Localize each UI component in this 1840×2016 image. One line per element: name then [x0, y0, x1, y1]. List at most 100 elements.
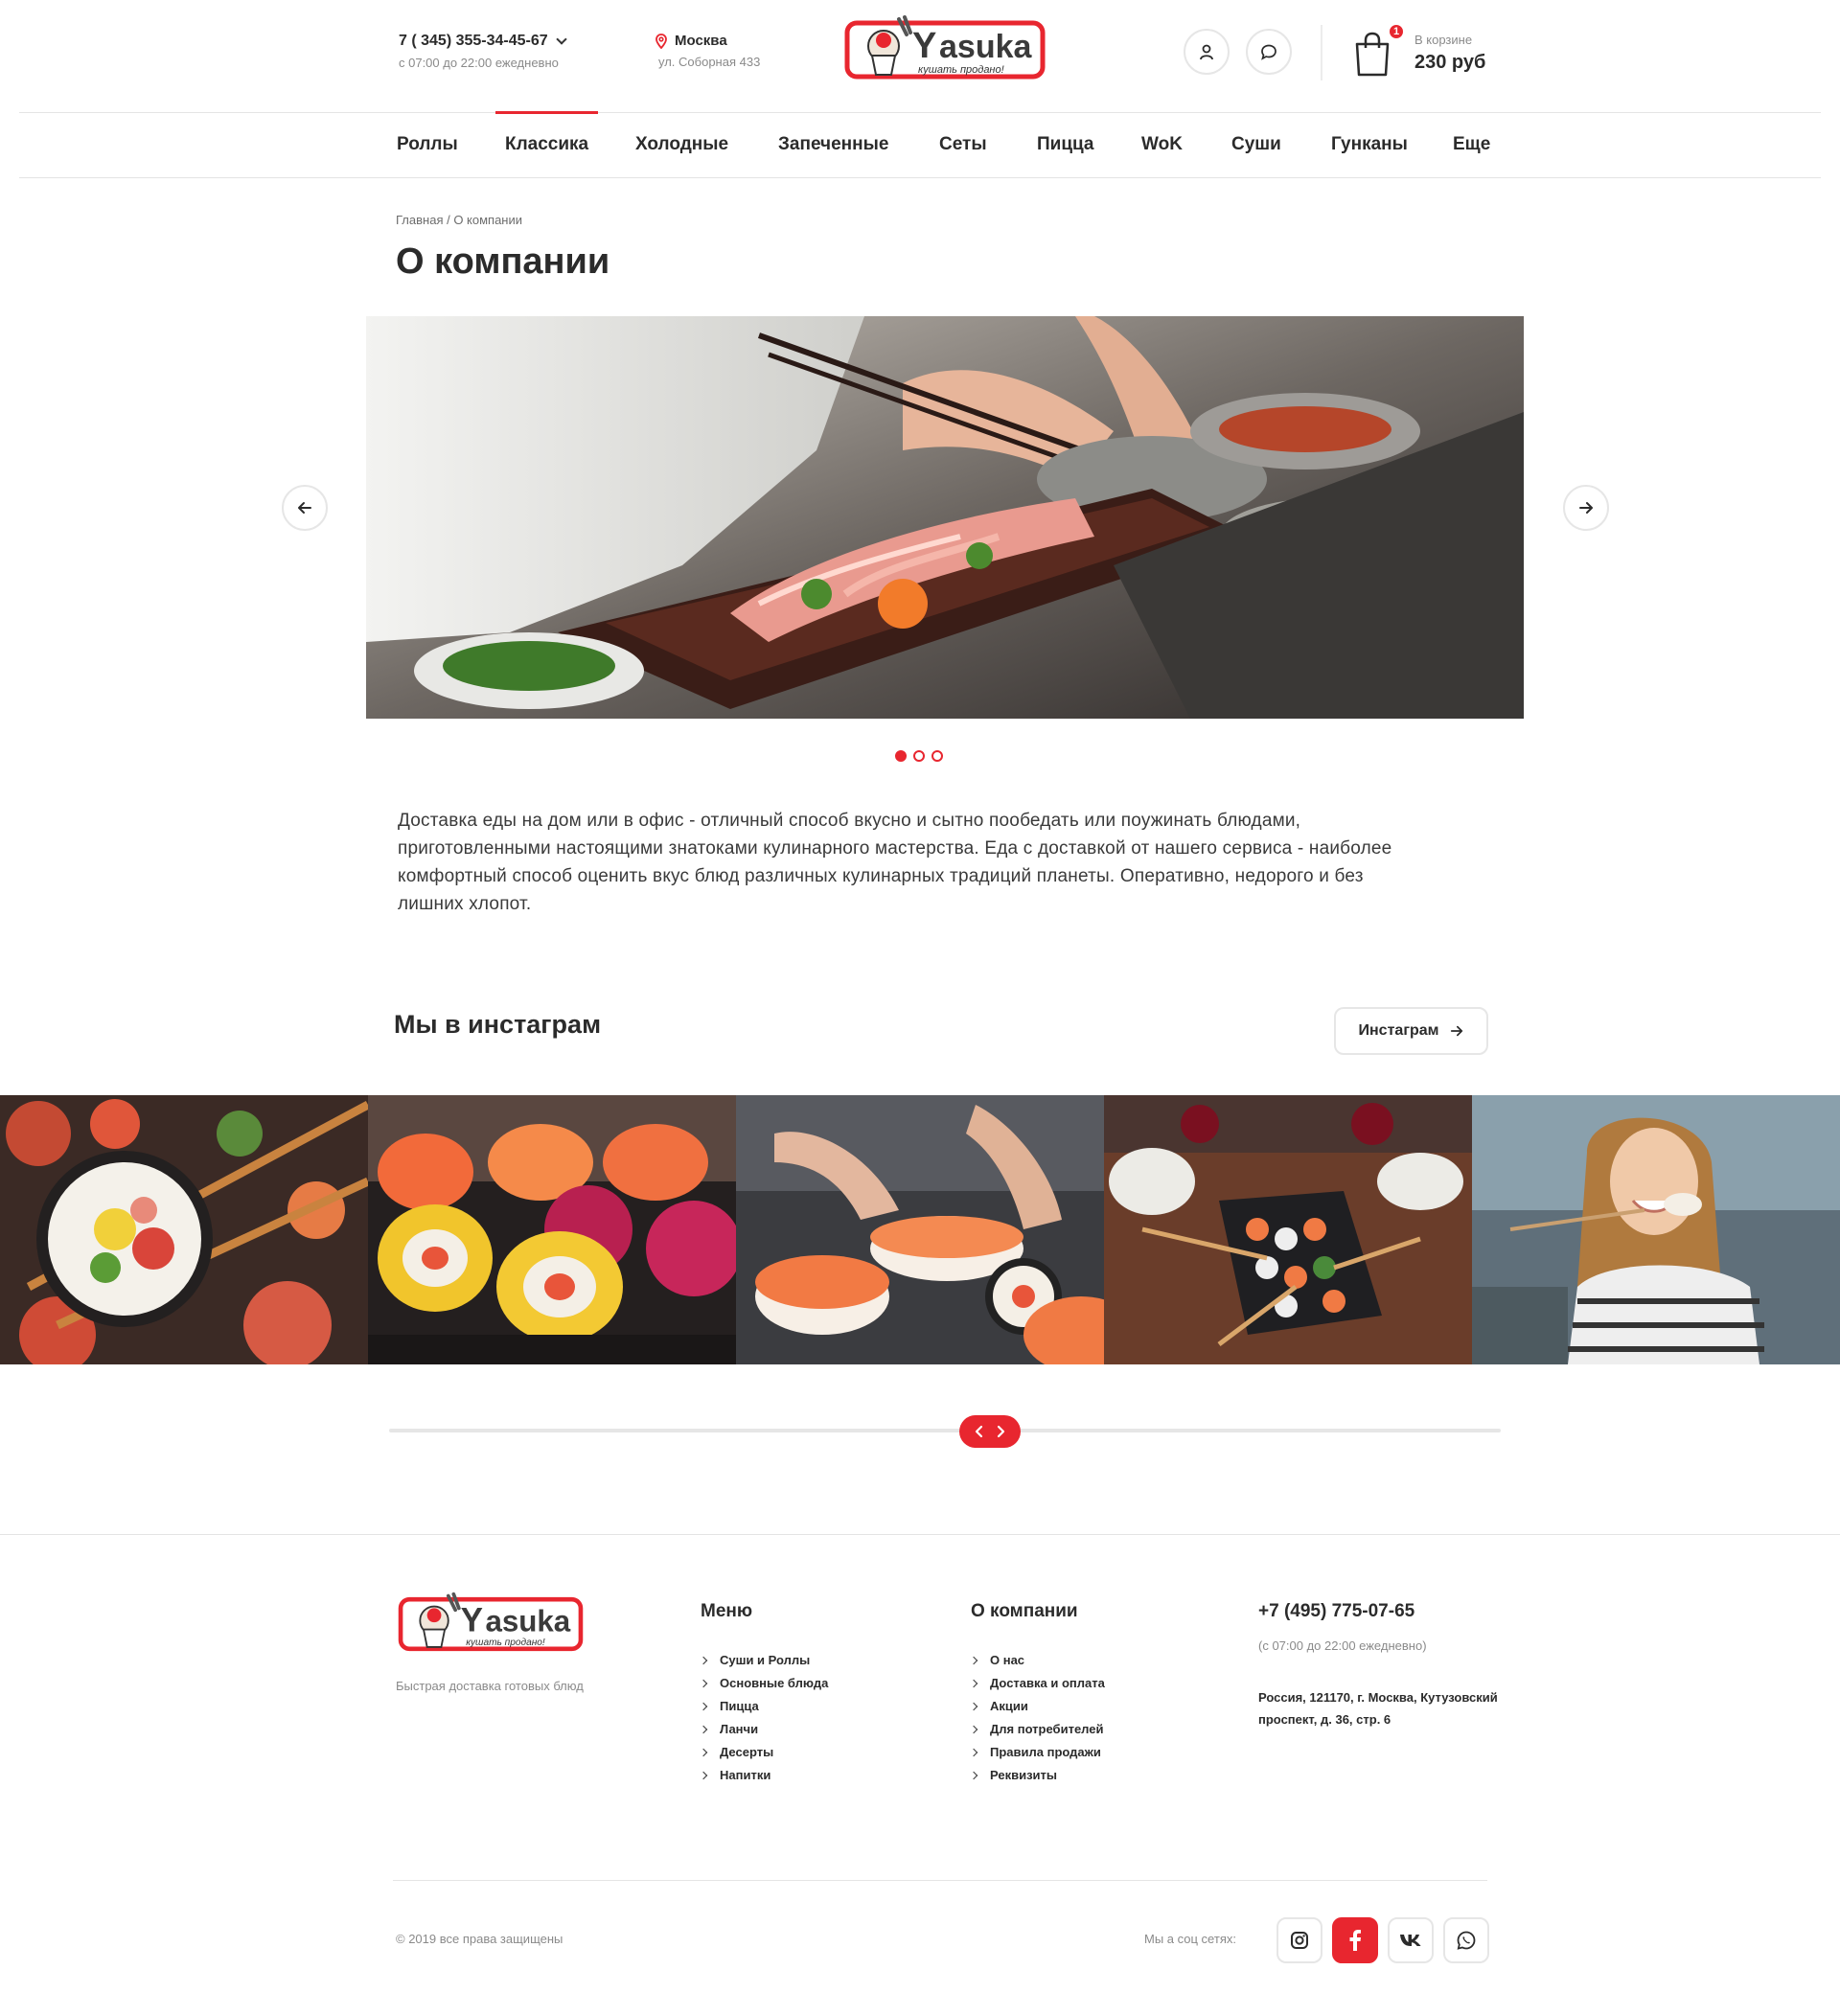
footer-tagline: Быстрая доставка готовых блюд	[396, 1679, 584, 1693]
nav-item-gunkans[interactable]: Гунканы	[1331, 113, 1408, 176]
slider-dots	[895, 750, 943, 762]
cart-sum[interactable]: 230 руб	[1414, 52, 1485, 74]
chevron-right-icon	[969, 1656, 978, 1665]
instagram-button[interactable]: Инстаграм	[1334, 1007, 1488, 1055]
footer-menu-item[interactable]: Ланчи	[699, 1718, 828, 1741]
footer-menu-item[interactable]: Суши и Роллы	[699, 1649, 828, 1672]
footer-address: Россия, 121170, г. Москва, Кутузовский п…	[1258, 1690, 1498, 1727]
phone-number[interactable]: 7 ( 345) 355-34-45-67	[399, 33, 548, 50]
header-divider	[1321, 25, 1322, 80]
nav-item-sets[interactable]: Сеты	[939, 113, 987, 176]
footer-company-item[interactable]: Реквизиты	[969, 1764, 1105, 1787]
chat-bubble-icon	[1261, 44, 1276, 60]
instagram-photo[interactable]	[0, 1095, 368, 1364]
nav-item-rolls[interactable]: Роллы	[397, 113, 458, 176]
chat-button[interactable]	[1246, 29, 1292, 75]
footer-divider	[0, 1534, 1840, 1535]
svg-text:asuka: asuka	[939, 29, 1032, 65]
nav-item-classic[interactable]: Классика	[494, 111, 599, 176]
slider-dot-1[interactable]	[895, 750, 907, 762]
chevron-right-icon[interactable]	[997, 1425, 1006, 1438]
shopping-bag-icon[interactable]	[1351, 31, 1393, 77]
social-label: Мы а соц сетях:	[1144, 1932, 1236, 1946]
instagram-icon	[1291, 1932, 1308, 1949]
cart-widget[interactable]: 1 В корзине 230 руб	[1351, 23, 1495, 80]
instagram-gallery	[0, 1095, 1840, 1364]
gallery-scrollbar-track[interactable]	[389, 1429, 1501, 1432]
phone-block[interactable]: 7 ( 345) 355-34-45-67 с 07:00 до 22:00 е…	[399, 33, 567, 70]
nav-item-cold[interactable]: Холодные	[635, 113, 728, 176]
footer-menu-item[interactable]: Напитки	[699, 1764, 828, 1787]
chevron-right-icon	[969, 1702, 978, 1711]
site-header: 7 ( 345) 355-34-45-67 с 07:00 до 22:00 е…	[0, 0, 1840, 113]
nav-item-more[interactable]: Еще	[1453, 113, 1490, 176]
nav-item-wok[interactable]: WoK	[1141, 113, 1183, 176]
chevron-left-icon[interactable]	[974, 1425, 983, 1438]
chevron-right-icon	[969, 1771, 978, 1780]
slider-prev-button[interactable]	[282, 485, 328, 531]
chevron-right-icon	[699, 1725, 708, 1734]
chevron-right-icon	[969, 1748, 978, 1757]
footer-company-list: О нас Доставка и оплата Акции Для потреб…	[969, 1649, 1105, 1787]
slider-next-button[interactable]	[1563, 485, 1609, 531]
nav-item-pizza[interactable]: Пицца	[1037, 113, 1094, 176]
nav-divider-top	[19, 112, 1821, 113]
location-pin-icon	[656, 33, 667, 49]
footer-logo[interactable]: Y asuka кушать продано!	[395, 1591, 586, 1658]
footer-hours: (с 07:00 до 22:00 ежедневно)	[1258, 1638, 1427, 1653]
footer-menu-item[interactable]: Пицца	[699, 1695, 828, 1718]
nav-item-baked[interactable]: Запеченные	[778, 113, 888, 176]
breadcrumb[interactable]: Главная / О компании	[396, 213, 522, 227]
nav-item-sushi[interactable]: Суши	[1231, 113, 1281, 176]
footer-phone[interactable]: +7 (495) 775-07-65	[1258, 1601, 1414, 1622]
nav-divider-bottom	[19, 177, 1821, 178]
user-icon	[1200, 44, 1213, 60]
cart-count-badge: 1	[1388, 23, 1405, 40]
footer-company-item[interactable]: О нас	[969, 1649, 1105, 1672]
city-name[interactable]: Москва	[675, 33, 727, 49]
vk-social-button[interactable]	[1388, 1917, 1434, 1963]
instagram-photo[interactable]	[1472, 1095, 1840, 1364]
chevron-right-icon	[969, 1679, 978, 1688]
site-logo[interactable]: Y asuka кушать продано!	[843, 13, 1046, 86]
chevron-down-icon[interactable]	[555, 33, 567, 45]
chevron-right-icon	[699, 1771, 708, 1780]
instagram-button-label: Инстаграм	[1358, 1022, 1439, 1039]
cart-label: В корзине	[1414, 33, 1473, 47]
page-title: О компании	[396, 241, 610, 282]
facebook-social-button[interactable]	[1332, 1917, 1378, 1963]
arrow-left-icon	[298, 502, 311, 514]
instagram-photo[interactable]	[1104, 1095, 1472, 1364]
hero-slide-image	[366, 316, 1524, 719]
copyright: © 2019 все права защищены	[396, 1932, 564, 1946]
account-button[interactable]	[1184, 29, 1230, 75]
footer-company-title: О компании	[971, 1601, 1078, 1621]
footer-menu-item[interactable]: Основные блюда	[699, 1672, 828, 1695]
footer-company-item[interactable]: Доставка и оплата	[969, 1672, 1105, 1695]
working-hours: с 07:00 до 22:00 ежедневно	[399, 56, 559, 70]
instagram-section-title: Мы в инстаграм	[394, 1010, 602, 1039]
svg-text:Y: Y	[912, 26, 936, 66]
arrow-right-icon	[1579, 502, 1593, 514]
footer-menu-title: Меню	[701, 1601, 753, 1621]
vk-icon	[1400, 1935, 1421, 1946]
instagram-social-button[interactable]	[1276, 1917, 1322, 1963]
slider-dot-3[interactable]	[932, 750, 943, 762]
whatsapp-social-button[interactable]	[1443, 1917, 1489, 1963]
footer-menu-list: Суши и Роллы Основные блюда Пицца Ланчи …	[699, 1649, 828, 1787]
address-block[interactable]: Москва ул. Соборная 433	[656, 33, 760, 69]
instagram-photo[interactable]	[736, 1095, 1104, 1364]
footer-company-item[interactable]: Правила продажи	[969, 1741, 1105, 1764]
slider-dot-2[interactable]	[913, 750, 925, 762]
svg-text:Y: Y	[461, 1601, 483, 1638]
instagram-photo[interactable]	[368, 1095, 736, 1364]
chevron-right-icon	[699, 1702, 708, 1711]
footer-company-item[interactable]: Для потребителей	[969, 1718, 1105, 1741]
chevron-right-icon	[699, 1656, 708, 1665]
chevron-right-icon	[699, 1748, 708, 1757]
whatsapp-icon	[1457, 1931, 1476, 1950]
footer-menu-item[interactable]: Десерты	[699, 1741, 828, 1764]
arrow-right-icon	[1451, 1025, 1463, 1037]
footer-company-item[interactable]: Акции	[969, 1695, 1105, 1718]
gallery-scrollbar-thumb[interactable]	[959, 1415, 1021, 1448]
